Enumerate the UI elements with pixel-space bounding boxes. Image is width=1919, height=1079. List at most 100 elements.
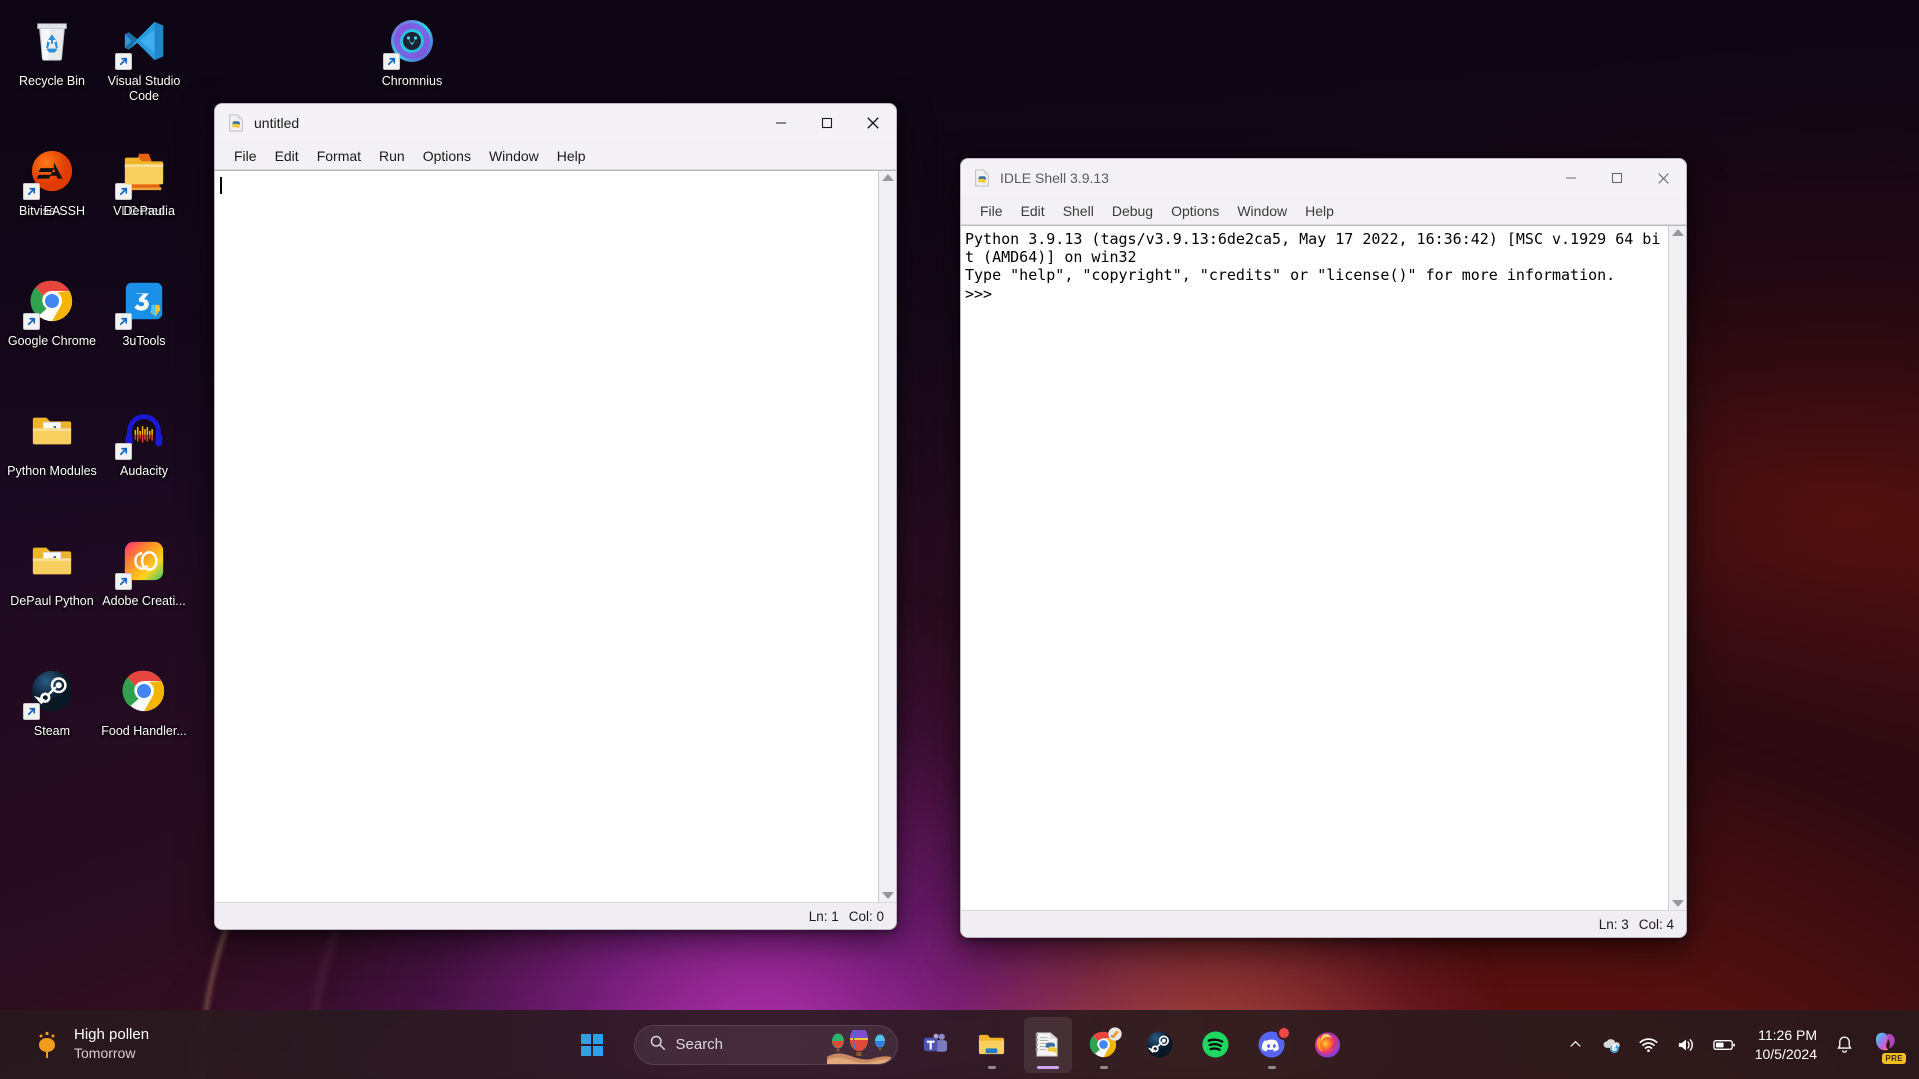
shell-maximize-button[interactable]: [1594, 159, 1640, 197]
shell-menu-file[interactable]: File: [971, 200, 1012, 222]
volume-tray-button[interactable]: [1667, 1021, 1704, 1069]
shell-menu-shell[interactable]: Shell: [1054, 200, 1103, 222]
desktop-icon-depaul-folder[interactable]: DePaul: [98, 136, 190, 266]
ea-icon: [23, 144, 79, 200]
desktop-icon-label: DePaul Python: [10, 594, 94, 608]
google-chrome-icon: [23, 274, 79, 330]
onedrive-tray-button[interactable]: [1591, 1021, 1630, 1069]
discord-icon: [1257, 1025, 1291, 1060]
editor-menu-edit[interactable]: Edit: [266, 145, 308, 167]
notifications-button[interactable]: [1827, 1021, 1862, 1069]
chrome-icon: [1089, 1026, 1122, 1060]
audacity-icon: [115, 404, 171, 460]
desktop-icon-audacity[interactable]: Audacity: [98, 396, 190, 526]
shell-vertical-scrollbar[interactable]: [1668, 225, 1686, 910]
shell-menu-help[interactable]: Help: [1296, 200, 1343, 222]
shortcut-arrow-icon: [115, 53, 132, 70]
folder-document-icon: [25, 404, 79, 458]
text-caret: [220, 177, 222, 194]
copilot-button[interactable]: PRE: [1862, 1021, 1909, 1069]
taskbar-app-steam[interactable]: [1136, 1017, 1184, 1073]
search-box[interactable]: Search: [633, 1024, 898, 1065]
shell-menu-options[interactable]: Options: [1162, 200, 1228, 222]
taskbar-app-file-explorer[interactable]: [968, 1017, 1016, 1073]
start-button[interactable]: [568, 1017, 616, 1073]
desktop-icon-visual-studio-code[interactable]: Visual Studio Code: [98, 6, 190, 136]
scroll-up-arrow-icon[interactable]: [1671, 229, 1684, 236]
desktop-icon-food-handler[interactable]: Food Handler...: [98, 656, 190, 786]
taskbar-app-firefox[interactable]: [1304, 1017, 1352, 1073]
shortcut-arrow-icon: [23, 703, 40, 720]
desktop-icon-python-modules[interactable]: Python Modules: [6, 396, 98, 526]
desktop-icon-google-chrome[interactable]: Google Chrome: [6, 266, 98, 396]
desktop-icon-label: Recycle Bin: [19, 74, 85, 88]
shortcut-arrow-icon: [23, 183, 40, 200]
shortcut-arrow-icon: [23, 313, 40, 330]
steam-icon: [23, 664, 79, 720]
editor-minimize-button[interactable]: [758, 104, 804, 142]
taskbar-clock[interactable]: 11:26 PM 10/5/2024: [1745, 1026, 1827, 1064]
taskbar-app-python-idle[interactable]: [1023, 1016, 1072, 1073]
editor-menu-file[interactable]: File: [225, 145, 266, 167]
shell-minimize-button[interactable]: [1548, 159, 1594, 197]
scroll-down-arrow-icon[interactable]: [881, 892, 894, 899]
desktop-icon-label: Chromnius: [381, 74, 443, 88]
editor-maximize-button[interactable]: [804, 104, 850, 142]
editor-menu-window[interactable]: Window: [480, 145, 548, 167]
system-tray[interactable]: 11:26 PM 10/5/2024 PRE: [1560, 1010, 1909, 1079]
editor-menu-help[interactable]: Help: [548, 145, 595, 167]
shell-prompt: >>>: [965, 284, 1002, 303]
scroll-up-arrow-icon[interactable]: [881, 174, 894, 181]
editor-menu-options[interactable]: Options: [414, 145, 480, 167]
editor-menu-run[interactable]: Run: [370, 145, 414, 167]
shell-output-area[interactable]: Python 3.9.13 (tags/v3.9.13:6de2ca5, May…: [961, 225, 1668, 910]
desktop-icon-recycle-bin[interactable]: Recycle Bin: [6, 6, 98, 136]
editor-menu-bar[interactable]: File Edit Format Run Options Window Help: [215, 142, 896, 170]
editor-close-button[interactable]: [850, 104, 896, 142]
python-file-icon: [973, 169, 991, 187]
python-idle-icon: [1033, 1030, 1063, 1060]
scroll-down-arrow-icon[interactable]: [1671, 900, 1684, 907]
shell-status-line: Ln: 3: [1598, 916, 1629, 932]
taskbar[interactable]: High pollen Tomorrow Search 11:26 PM 10/…: [0, 1010, 1919, 1079]
running-indicator: [987, 1065, 996, 1069]
taskbar-app-microsoft-teams[interactable]: [912, 1017, 960, 1073]
desktop-icon-steam[interactable]: Steam: [6, 656, 98, 786]
editor-text-area[interactable]: [215, 170, 878, 902]
shell-close-button[interactable]: [1640, 159, 1686, 197]
desktop-icon-adobe-creative-cloud[interactable]: Adobe Creati...: [98, 526, 190, 656]
editor-menu-format[interactable]: Format: [308, 145, 370, 167]
show-hidden-icons-button[interactable]: [1560, 1021, 1591, 1069]
windows-start-icon: [577, 1030, 607, 1060]
weather-subtitle: Tomorrow: [74, 1045, 136, 1062]
shell-menu-edit[interactable]: Edit: [1012, 200, 1054, 222]
network-tray-button[interactable]: [1630, 1021, 1667, 1069]
desktop-icon-label: Audacity: [120, 464, 168, 478]
running-indicator: [1099, 1065, 1108, 1069]
editor-vertical-scrollbar[interactable]: [878, 170, 896, 902]
editor-status-line: Ln: 1: [808, 908, 839, 924]
shell-menu-window[interactable]: Window: [1228, 200, 1296, 222]
steam-icon: [1145, 1030, 1175, 1060]
taskbar-weather-widget[interactable]: High pollen Tomorrow: [20, 1010, 161, 1079]
clock-date: 10/5/2024: [1754, 1045, 1817, 1062]
speaker-icon: [1678, 1038, 1693, 1051]
editor-title-bar[interactable]: untitled: [215, 104, 896, 142]
shell-menu-bar[interactable]: File Edit Shell Debug Options Window Hel…: [961, 197, 1686, 225]
desktop-icon-3utools[interactable]: 3uTools: [98, 266, 190, 396]
shell-menu-debug[interactable]: Debug: [1103, 200, 1162, 222]
chromnius-icon: [383, 14, 439, 70]
folder-icon: [117, 144, 171, 198]
taskbar-app-google-chrome[interactable]: [1080, 1017, 1128, 1073]
shell-title-bar[interactable]: IDLE Shell 3.9.13: [961, 159, 1686, 197]
taskbar-app-spotify[interactable]: [1192, 1017, 1240, 1073]
battery-tray-button[interactable]: [1704, 1021, 1745, 1069]
taskbar-app-discord[interactable]: [1248, 1017, 1296, 1073]
taskbar-center-cluster: Search: [564, 1010, 1356, 1079]
idle-editor-window[interactable]: untitled File Edit Format Run Options Wi…: [214, 103, 897, 930]
idle-shell-window[interactable]: IDLE Shell 3.9.13 File Edit Shell Debug …: [960, 158, 1687, 938]
desktop-icon-label: Visual Studio Code: [107, 74, 181, 103]
desktop-icon-ea[interactable]: EA: [6, 136, 98, 266]
desktop-icon-depaul-python[interactable]: DePaul Python: [6, 526, 98, 656]
desktop[interactable]: Recycle Bin Visual Studio Code Bitvise S…: [0, 0, 1919, 1079]
